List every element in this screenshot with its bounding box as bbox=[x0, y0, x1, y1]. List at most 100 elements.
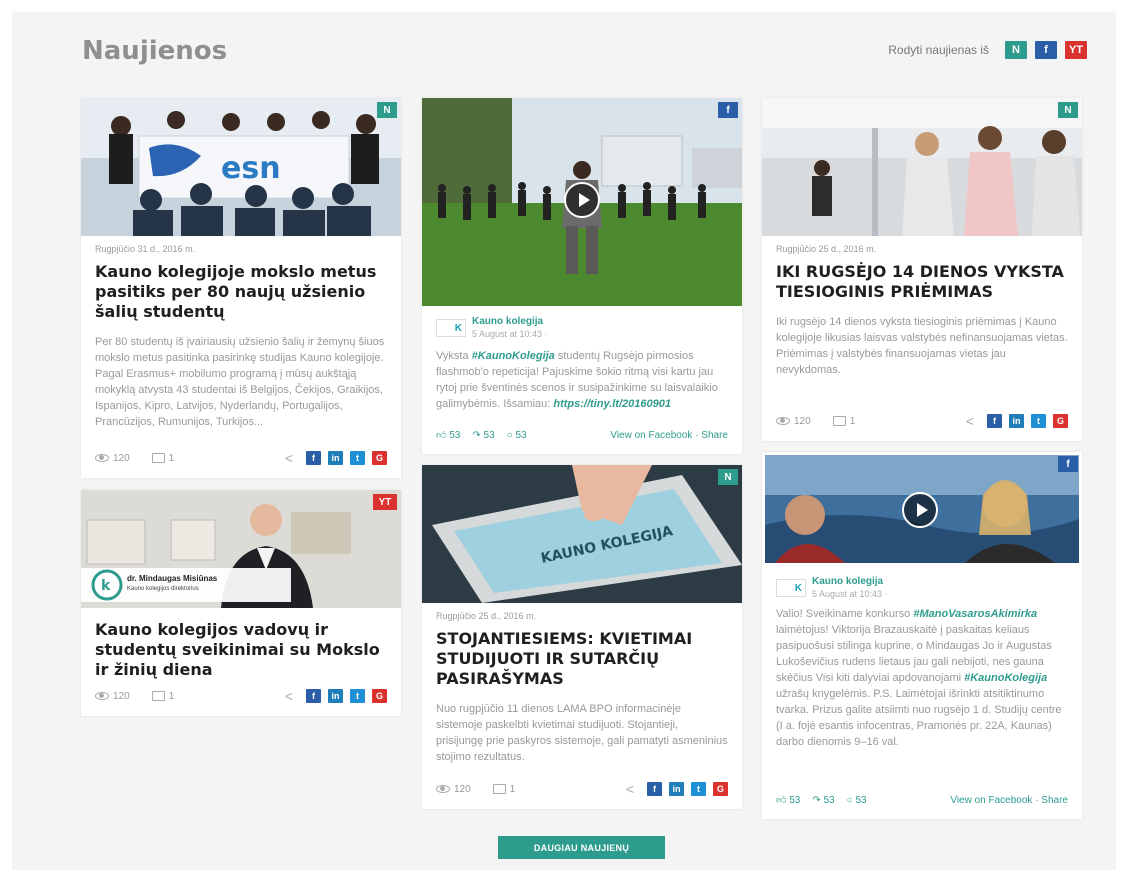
share-linkedin-button[interactable]: in bbox=[1009, 414, 1024, 428]
share-google-button[interactable]: G bbox=[1053, 414, 1068, 428]
share-facebook-button[interactable]: f bbox=[987, 414, 1002, 428]
comments-count[interactable]: ○ 53 bbox=[507, 430, 527, 441]
post-time: 5 August at 10:43 · bbox=[812, 589, 888, 599]
filter-facebook-button[interactable]: f bbox=[1035, 41, 1057, 59]
shares-count[interactable]: ↷ 53 bbox=[812, 795, 834, 806]
card-footer: 120 1 < f in t G bbox=[436, 779, 728, 799]
view-on-facebook-link[interactable]: View on Facebook · Share bbox=[950, 795, 1068, 806]
eye-icon bbox=[95, 692, 109, 700]
share-buttons: < f in t G bbox=[285, 688, 387, 704]
post-author[interactable]: Kauno kolegija bbox=[472, 316, 548, 328]
share-twitter-button[interactable]: t bbox=[350, 689, 365, 703]
play-icon[interactable] bbox=[564, 182, 600, 218]
play-icon[interactable] bbox=[902, 492, 938, 528]
card-title[interactable]: Kauno kolegijoje mokslo metus pasitiks p… bbox=[95, 262, 387, 322]
share-icon[interactable]: < bbox=[626, 781, 634, 797]
share-linkedin-button[interactable]: in bbox=[328, 689, 343, 703]
share-facebook-button[interactable]: f bbox=[306, 689, 321, 703]
share-buttons: < f in t G bbox=[626, 781, 728, 797]
filter-label: Rodyti naujienas iš bbox=[888, 43, 989, 57]
share-linkedin-button[interactable]: in bbox=[328, 451, 343, 465]
views-value: 120 bbox=[113, 690, 130, 702]
video-caption-role: Kauno kolegijos direktorius bbox=[127, 586, 199, 592]
filter-youtube-button[interactable]: YT bbox=[1065, 41, 1087, 59]
card-date: Rugpjūčio 25 d., 2016 m. bbox=[776, 244, 877, 254]
views-count: 120 bbox=[95, 453, 130, 464]
news-card-esn[interactable]: esn N Rugpjūčio 31 d., 2016 m. Kauno kol… bbox=[81, 98, 401, 478]
share-icon[interactable]: < bbox=[285, 688, 293, 704]
post-footer: 👍︎ 53 ↷ 53 ○ 53 View on Facebook · Share bbox=[436, 426, 728, 444]
post-header: K Kauno kolegija 5 August at 10:43 · bbox=[436, 316, 728, 340]
source-badge-news: N bbox=[1058, 102, 1078, 118]
office-photo bbox=[762, 98, 1082, 236]
share-google-button[interactable]: G bbox=[713, 782, 728, 796]
views-count: 120 bbox=[95, 691, 130, 702]
card-excerpt: Iki rugsėjo 14 dienos vyksta tiesioginis… bbox=[776, 316, 1068, 376]
views-count: 120 bbox=[776, 416, 811, 427]
comments-count: 1 bbox=[151, 452, 175, 464]
share-twitter-button[interactable]: t bbox=[350, 451, 365, 465]
share-google-button[interactable]: G bbox=[372, 451, 387, 465]
comments-value: 53 bbox=[515, 429, 527, 441]
likes-value: 53 bbox=[789, 795, 801, 806]
card-image: N bbox=[762, 98, 1082, 236]
comments-count[interactable]: ○ 53 bbox=[847, 795, 867, 806]
share-icon[interactable]: < bbox=[966, 413, 974, 429]
likes-count[interactable]: 👍︎ 53 bbox=[436, 429, 460, 441]
likes-value: 53 bbox=[449, 430, 461, 441]
view-on-facebook-link[interactable]: View on Facebook · Share bbox=[610, 430, 728, 441]
card-image: f bbox=[422, 98, 742, 306]
post-time: 5 August at 10:43 · bbox=[472, 329, 548, 339]
comments-value: 53 bbox=[855, 794, 867, 806]
post-text: Vyksta #KaunoKolegija studentų Rugsėjo p… bbox=[436, 348, 728, 412]
post-text-part: Valio! Sveikiname konkurso bbox=[776, 608, 914, 620]
card-title[interactable]: Kauno kolegijos vadovų ir studentų sveik… bbox=[95, 620, 387, 680]
hashtag-link[interactable]: #ManoVasarosAkimirka bbox=[913, 608, 1037, 620]
comments-count: 1 bbox=[832, 415, 856, 427]
filter-news-button[interactable]: N bbox=[1005, 41, 1027, 59]
post-author[interactable]: Kauno kolegija bbox=[812, 576, 888, 588]
share-twitter-button[interactable]: t bbox=[691, 782, 706, 796]
load-more-news-button[interactable]: DAUGIAU NAUJIENŲ bbox=[498, 836, 665, 859]
card-title[interactable]: STOJANTIESIEMS: KVIETIMAI STUDIJUOTI IR … bbox=[436, 629, 728, 689]
comments-count: 1 bbox=[492, 784, 515, 795]
source-badge-youtube: YT bbox=[373, 494, 397, 510]
share-facebook-button[interactable]: f bbox=[306, 451, 321, 465]
card-footer: 120 1 < f in t G bbox=[95, 448, 387, 468]
shares-count[interactable]: ↷ 53 bbox=[472, 430, 494, 441]
likes-count[interactable]: 👍︎ 53 bbox=[776, 794, 800, 806]
views-count: 120 bbox=[436, 784, 471, 795]
share-facebook-button[interactable]: f bbox=[647, 782, 662, 796]
share-buttons: < f in t G bbox=[285, 450, 387, 466]
post-text: Valio! Sveikiname konkurso #ManoVasarosA… bbox=[776, 606, 1068, 750]
share-google-button[interactable]: G bbox=[372, 689, 387, 703]
eye-icon bbox=[776, 417, 790, 425]
comments-value: 1 bbox=[168, 452, 175, 464]
card-image: f bbox=[762, 452, 1082, 566]
share-linkedin-button[interactable]: in bbox=[669, 782, 684, 796]
card-title[interactable]: IKI RUGSĖJO 14 DIENOS VYKSTA TIESIOGINIS… bbox=[776, 262, 1068, 302]
share-icon[interactable]: < bbox=[285, 450, 293, 466]
hashtag-link[interactable]: #KaunoKolegija bbox=[964, 672, 1047, 684]
comments-value: 1 bbox=[849, 415, 856, 427]
news-card-director-video[interactable]: k dr. Mindaugas Misiūnas Kauno kolegijos… bbox=[81, 490, 401, 716]
hashtag-link[interactable]: #KaunoKolegija bbox=[472, 350, 555, 362]
kauno-kolegija-logo: K bbox=[776, 579, 806, 597]
video-caption-name: dr. Mindaugas Misiūnas bbox=[127, 574, 218, 583]
facebook-post-flashmob[interactable]: f K Kauno kolegija 5 August at 10:43 · V… bbox=[422, 98, 742, 454]
news-card-admissions-invitations[interactable]: KAUNO KOLEGIJA N Rugpjūčio 25 d., 2016 m… bbox=[422, 465, 742, 809]
group-photo: esn bbox=[81, 98, 401, 236]
page-title: Naujienos bbox=[82, 36, 228, 66]
source-filter: Rodyti naujienas iš N f YT bbox=[888, 41, 1087, 59]
post-url-link[interactable]: https://tiny.lt/20160901 bbox=[553, 398, 671, 410]
card-footer: 120 1 < f in t G bbox=[776, 411, 1068, 431]
views-value: 120 bbox=[113, 452, 130, 464]
comments-value: 1 bbox=[168, 690, 175, 702]
card-excerpt: Nuo rugpjūčio 11 dienos LAMA BPO informa… bbox=[436, 703, 728, 763]
facebook-post-contest[interactable]: f K Kauno kolegija 5 August at 10:43 · V… bbox=[762, 452, 1082, 819]
card-image: k dr. Mindaugas Misiūnas Kauno kolegijos… bbox=[81, 490, 401, 608]
card-image: esn N bbox=[81, 98, 401, 236]
share-twitter-button[interactable]: t bbox=[1031, 414, 1046, 428]
news-card-direct-admission[interactable]: N Rugpjūčio 25 d., 2016 m. IKI RUGSĖJO 1… bbox=[762, 98, 1082, 441]
card-excerpt: Per 80 studentų iš įvairiausių užsienio … bbox=[95, 336, 385, 428]
